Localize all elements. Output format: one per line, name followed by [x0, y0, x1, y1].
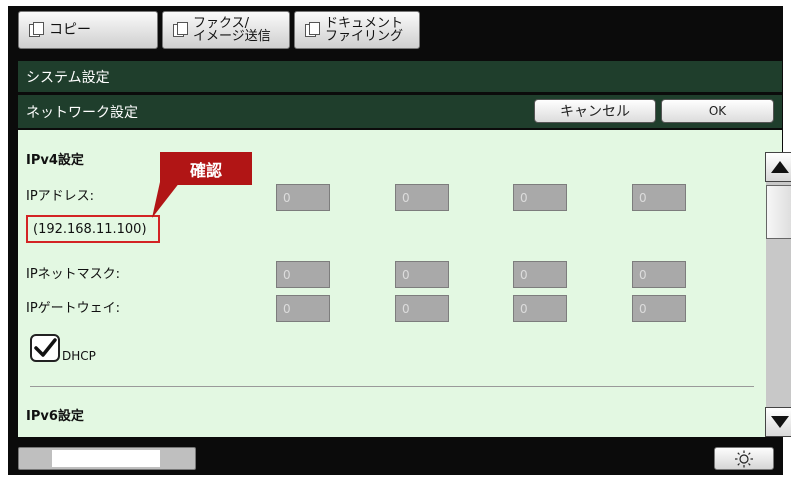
scroll-up-button[interactable]	[765, 152, 791, 182]
cancel-button[interactable]: キャンセル	[534, 99, 656, 123]
subnet-mask-label: IPネットマスク:	[26, 267, 121, 282]
network-settings-bar: ネットワーク設定 キャンセル OK	[18, 95, 782, 128]
tab-fax-label-line2: イメージ送信	[193, 29, 271, 44]
gateway-octet-3[interactable]: 0	[513, 295, 567, 322]
dhcp-checkbox[interactable]	[30, 334, 60, 362]
subnet-octet-2[interactable]: 0	[395, 261, 449, 288]
ip-address-note: (192.168.11.100)	[33, 222, 147, 237]
gateway-octet-1[interactable]: 0	[276, 295, 330, 322]
settings-panel: IPv4設定 IPアドレス: 0 0 0 0 (192.168.11.100) …	[18, 130, 791, 437]
ipv4-section-title: IPv4設定	[26, 153, 84, 168]
subnet-octet-4[interactable]: 0	[632, 261, 686, 288]
tab-copy[interactable]: コピー	[18, 11, 158, 49]
scroll-thumb[interactable]	[766, 185, 791, 239]
callout-pointer	[152, 182, 180, 218]
ok-button[interactable]: OK	[661, 99, 774, 123]
page-title: システム設定	[26, 69, 110, 86]
job-status-bar[interactable]	[18, 447, 196, 470]
triangle-down-icon	[771, 416, 789, 428]
device-screen: コピー ファクス/ イメージ送信 ドキュメント ファイリング システム設定 ネッ…	[8, 6, 791, 475]
ip-address-octet-3[interactable]: 0	[513, 184, 567, 211]
ip-address-octet-2[interactable]: 0	[395, 184, 449, 211]
ip-address-highlight: (192.168.11.100)	[26, 215, 160, 243]
tab-fax-image-send[interactable]: ファクス/ イメージ送信	[162, 11, 290, 49]
tab-filing-label-line2: ファイリング	[325, 29, 404, 44]
gateway-octet-2[interactable]: 0	[395, 295, 449, 322]
checkmark-icon	[34, 338, 57, 357]
dhcp-label: DHCP	[62, 349, 96, 363]
ip-address-label: IPアドレス:	[26, 189, 95, 204]
scroll-down-button[interactable]	[765, 407, 791, 437]
document-copy-icon	[305, 22, 321, 38]
ipv6-section-title: IPv6設定	[26, 409, 84, 424]
ip-address-octet-4[interactable]: 0	[632, 184, 686, 211]
system-settings-bar: システム設定	[18, 61, 782, 92]
subnet-octet-3[interactable]: 0	[513, 261, 567, 288]
brightness-button[interactable]	[714, 447, 774, 470]
job-status-field	[52, 450, 160, 467]
tab-document-filing[interactable]: ドキュメント ファイリング	[294, 11, 420, 49]
subnet-octet-1[interactable]: 0	[276, 261, 330, 288]
document-copy-icon	[29, 22, 45, 38]
tab-copy-label: コピー	[49, 22, 91, 38]
triangle-up-icon	[771, 161, 789, 173]
gateway-label: IPゲートウェイ:	[26, 301, 121, 316]
vertical-scrollbar[interactable]	[765, 152, 791, 437]
confirm-callout: 確認	[160, 152, 252, 185]
page-subtitle: ネットワーク設定	[26, 104, 138, 121]
sun-icon	[735, 450, 753, 467]
section-divider	[30, 386, 754, 387]
ip-address-octet-1[interactable]: 0	[276, 184, 330, 211]
document-copy-icon	[173, 22, 189, 38]
gateway-octet-4[interactable]: 0	[632, 295, 686, 322]
